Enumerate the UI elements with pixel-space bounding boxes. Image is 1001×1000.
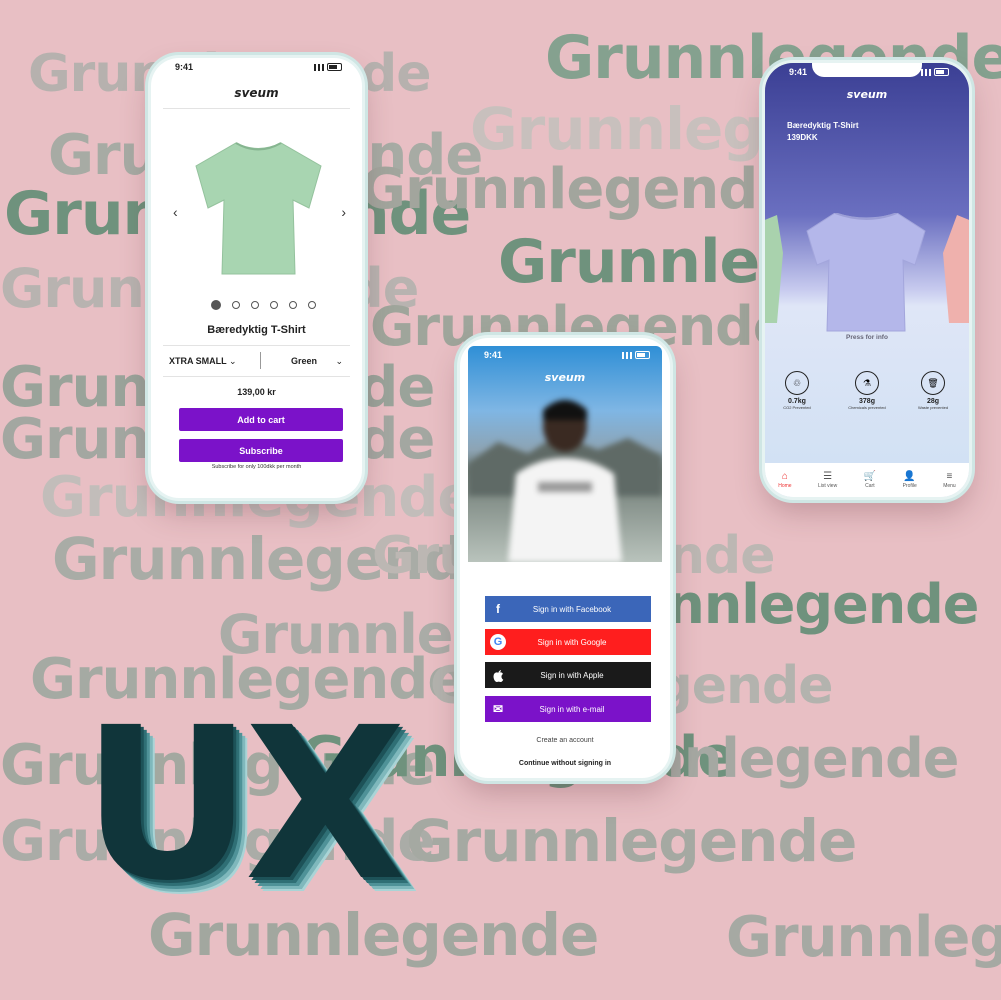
home-icon: ⌂	[781, 471, 788, 482]
tab-menu[interactable]: ≡ Menu	[943, 471, 956, 489]
status-time: 9:41	[484, 350, 503, 360]
bg-word: Grunnlegende	[406, 807, 857, 875]
status-time: 9:41	[175, 62, 194, 72]
bg-word: Grunnlegende	[726, 905, 1001, 970]
add-to-cart-button[interactable]: Add to cart	[179, 408, 343, 431]
signin-phone: 9:41 sveum f Sign in with Facebook G Sig…	[460, 338, 670, 778]
menu-icon: ≡	[946, 471, 953, 482]
cart-icon: 🛒	[863, 471, 877, 482]
stat-co2: ♲ 0.7kg CO2 Prevented	[767, 371, 827, 410]
status-icons	[622, 350, 650, 360]
recycle-icon: ♲	[785, 371, 809, 395]
list-icon: ☰	[823, 471, 833, 482]
continue-without-signin-link[interactable]: Continue without signing in	[460, 760, 670, 767]
size-select[interactable]: XTRA SMALL ⌄	[169, 356, 237, 367]
mail-icon: ✉	[492, 702, 504, 716]
tshirt-image[interactable]	[191, 138, 326, 278]
detail-phone: 9:41 sveum Bæredyktig T-Shirt 139DKK Pre…	[765, 63, 969, 497]
tab-profile[interactable]: 👤 Profile	[903, 471, 917, 489]
tab-cart[interactable]: 🛒 Cart	[864, 471, 876, 489]
tab-bar: ⌂ Home ☰ List view 🛒 Cart 👤 Profile ≡ Menu	[765, 463, 969, 497]
apple-signin-button[interactable]: Sign in with Apple	[485, 662, 651, 688]
person-photo	[468, 400, 662, 562]
status-icons	[314, 62, 342, 72]
create-account-link[interactable]: Create an account	[460, 737, 670, 744]
product-name: Bæredyktig T-Shirt	[787, 121, 859, 130]
status-icons	[921, 67, 949, 77]
hero-photo: 9:41 sveum	[468, 346, 662, 562]
tshirt-carousel[interactable]	[765, 213, 969, 333]
profile-icon: 👤	[903, 471, 916, 482]
apple-icon	[485, 662, 511, 688]
brand-logo: sveum	[234, 86, 279, 100]
facebook-icon: f	[496, 602, 500, 616]
prev-arrow-icon[interactable]: ‹	[173, 204, 178, 220]
tab-list-view[interactable]: ☰ List view	[818, 471, 837, 489]
bg-word: Grunnlegende	[360, 157, 795, 222]
color-select[interactable]: Green ⌄	[291, 356, 343, 367]
press-for-info[interactable]: Press for info	[765, 334, 969, 341]
flask-icon: ⚗	[855, 371, 879, 395]
status-time: 9:41	[789, 67, 808, 77]
tab-home[interactable]: ⌂ Home	[778, 471, 791, 489]
trash-icon: 🗑	[921, 371, 945, 395]
facebook-signin-button[interactable]: f Sign in with Facebook	[485, 596, 651, 622]
product-price: 139,00 kr	[237, 387, 276, 397]
google-signin-button[interactable]: G Sign in with Google	[485, 629, 651, 655]
product-phone: 9:41 sveum ‹ › Bæredyktig T-Shirt XTRA S…	[151, 58, 362, 498]
next-arrow-icon[interactable]: ›	[341, 204, 346, 220]
stat-waste: 🗑 28g Waste prevented	[903, 371, 963, 410]
subscribe-button[interactable]: Subscribe	[179, 439, 343, 462]
email-signin-button[interactable]: ✉ Sign in with e-mail	[485, 696, 651, 722]
google-icon: G	[485, 629, 511, 655]
brand-logo: sveum	[846, 88, 888, 101]
ux-headline: UX	[82, 682, 406, 927]
stat-chemicals: ⚗ 378g Chemicals prevented	[837, 371, 897, 410]
subscribe-note: Subscribe for only 100dkk per month	[211, 464, 302, 470]
carousel-dots[interactable]	[211, 300, 316, 310]
product-title: Bæredyktig T-Shirt	[207, 324, 306, 336]
product-price: 139DKK	[787, 133, 818, 142]
